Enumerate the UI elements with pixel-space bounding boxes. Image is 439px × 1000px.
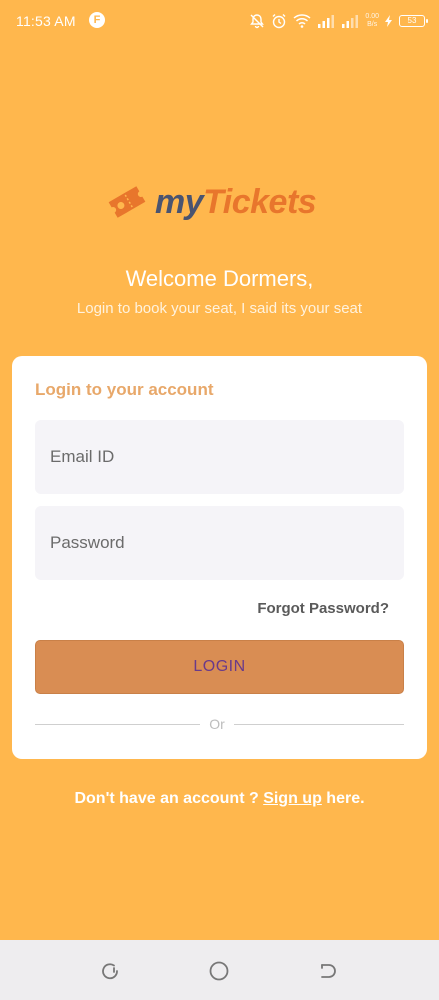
- back-icon[interactable]: [317, 960, 339, 982]
- signup-prefix: Don't have an account ?: [74, 790, 264, 807]
- signup-suffix: here.: [321, 790, 365, 807]
- divider-left: [35, 724, 200, 725]
- signal-icon: [318, 15, 335, 28]
- forgot-password-link[interactable]: Forgot Password?: [257, 600, 389, 617]
- login-card: Login to your account Forgot Password? L…: [12, 356, 427, 759]
- charging-icon: [385, 15, 392, 27]
- divider-or: Or: [209, 716, 225, 732]
- logo-wordmark: myTickets: [155, 182, 317, 222]
- status-icons: 0.00 B/s 53: [249, 10, 428, 32]
- logo-my: my: [155, 182, 204, 221]
- email-field[interactable]: [35, 420, 404, 494]
- welcome-subtitle: Login to book your seat, I said its your…: [76, 300, 363, 317]
- login-heading: Login to your account: [35, 380, 214, 399]
- status-bar: 11:53 AM F 0.00 B/s 53: [0, 0, 439, 44]
- wifi-icon: [293, 14, 311, 28]
- home-icon[interactable]: [208, 960, 230, 982]
- battery-icon: 53: [399, 15, 428, 27]
- password-field[interactable]: [35, 506, 404, 580]
- navigation-bar: [0, 940, 439, 1000]
- divider-right: [234, 724, 404, 725]
- signal-2-icon: [342, 15, 359, 28]
- login-button[interactable]: LOGIN: [35, 640, 404, 694]
- signup-link[interactable]: Sign up: [263, 790, 322, 807]
- ticket-icon: [108, 186, 146, 218]
- status-time: 11:53 AM: [16, 13, 76, 29]
- app-logo: myTickets: [107, 178, 317, 226]
- welcome-title: Welcome Dormers,: [125, 266, 314, 291]
- network-speed: 0.00 B/s: [365, 13, 379, 28]
- logo-tickets: Tickets: [203, 182, 317, 221]
- alarm-icon: [272, 14, 286, 29]
- app-notification-icon: F: [89, 12, 105, 28]
- signup-prompt: Don't have an account ? Sign up here.: [0, 790, 439, 808]
- notifications-off-icon: [250, 14, 265, 29]
- recent-apps-icon[interactable]: [99, 960, 121, 982]
